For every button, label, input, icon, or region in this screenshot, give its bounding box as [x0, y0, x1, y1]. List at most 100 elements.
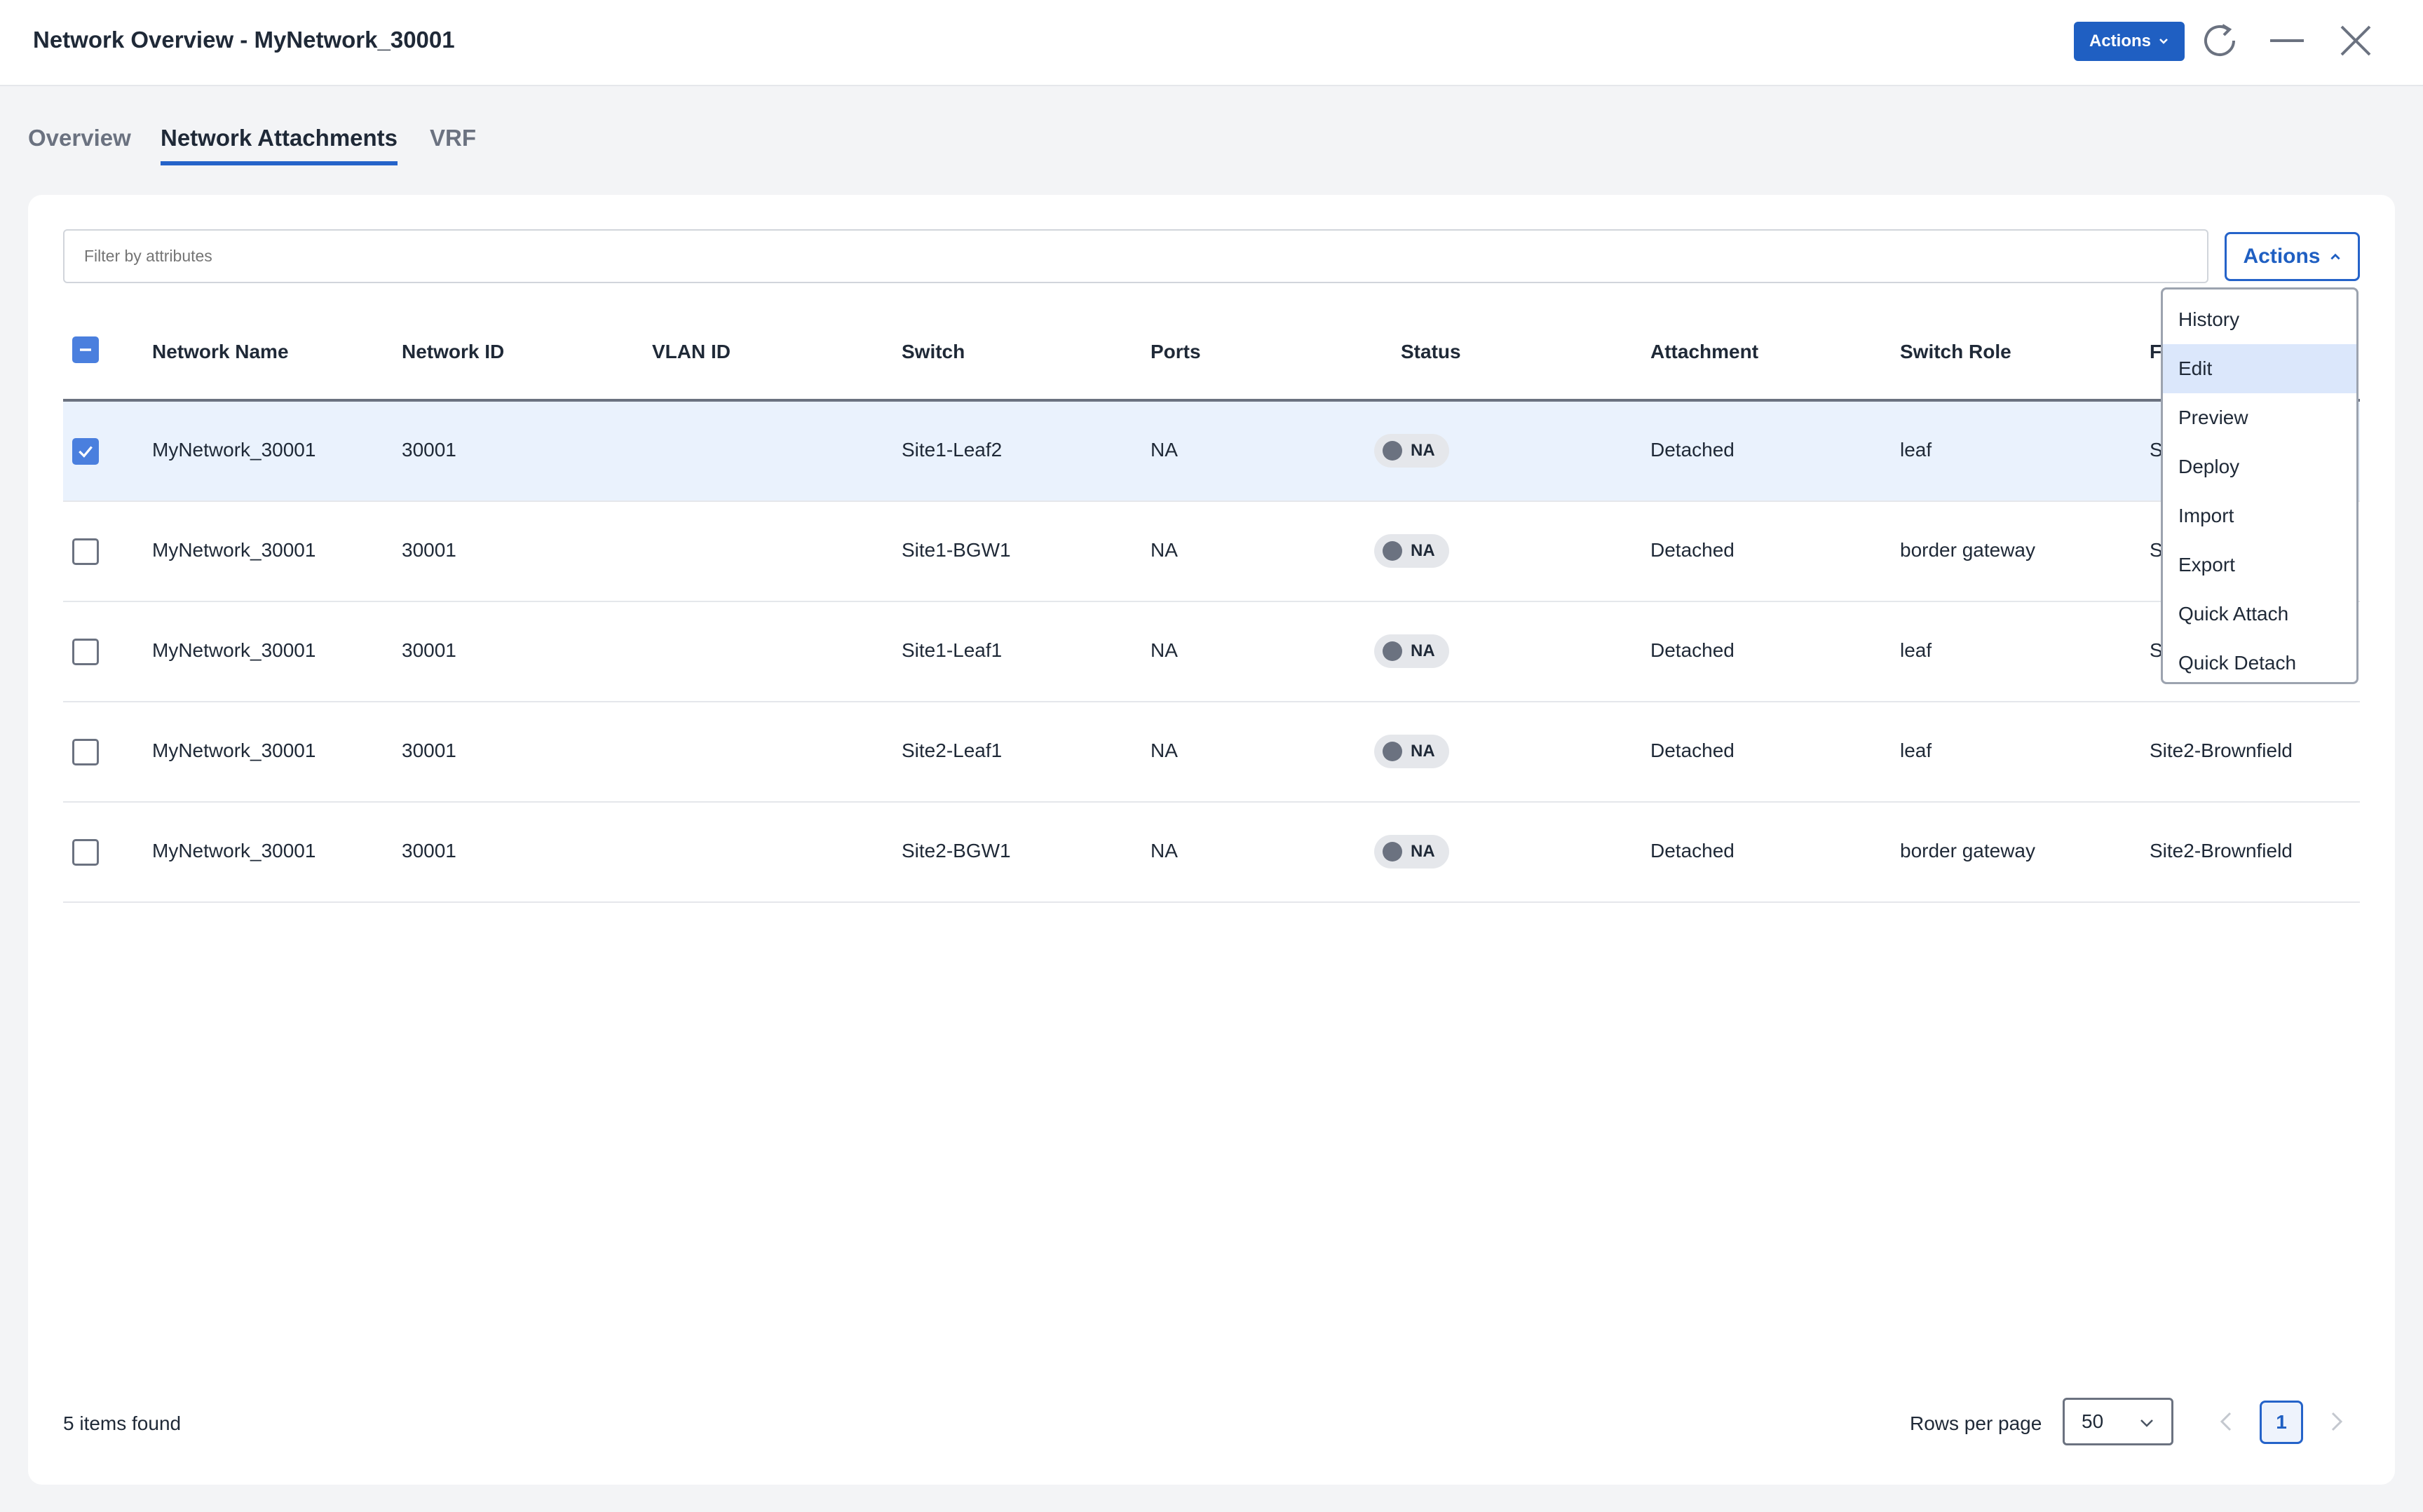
status-dot-icon — [1383, 641, 1402, 661]
status-dot-icon — [1383, 541, 1402, 561]
refresh-icon[interactable] — [2199, 20, 2241, 62]
row-checkbox[interactable] — [72, 839, 99, 866]
cell-switch: Site1-Leaf2 — [902, 439, 1003, 461]
table-row[interactable]: MyNetwork_30001 30001 Site1-Leaf2 NA Detache… — [63, 402, 2360, 502]
filter-input[interactable] — [63, 229, 2208, 283]
items-found-count: 5 items found — [63, 1412, 182, 1434]
status-badge: NA — [1374, 735, 1449, 768]
rows-per-page-label: Rows per page — [1910, 1412, 2042, 1434]
row-checkbox[interactable] — [72, 739, 99, 765]
cell-network-name: MyNetwork_30001 — [152, 639, 316, 661]
column-header-switch[interactable]: Switch — [902, 341, 965, 363]
table-header: Network Name Network ID VLAN ID Switch P… — [63, 300, 2360, 402]
menu-item-import[interactable]: Import — [2163, 491, 2356, 540]
column-header-switch-role[interactable]: Switch Role — [1900, 341, 2011, 363]
window-header: Network Overview - MyNetwork_30001 Actio… — [0, 0, 2423, 86]
minimize-icon[interactable] — [2266, 20, 2308, 62]
cell-attachment: Detached — [1650, 439, 1735, 461]
cell-attachment: Detached — [1650, 539, 1735, 561]
column-header-network-id[interactable]: Network ID — [402, 341, 504, 363]
column-header-vlan-id[interactable]: VLAN ID — [652, 341, 731, 363]
tab-network-attachments[interactable]: Network Attachments — [161, 125, 398, 165]
cell-ports: NA — [1151, 439, 1178, 461]
cell-ports: NA — [1151, 740, 1178, 761]
chevron-down-icon — [2140, 1419, 2153, 1427]
table-body: MyNetwork_30001 30001 Site1-Leaf2 NA Detache… — [63, 402, 2360, 903]
tab-overview[interactable]: Overview — [28, 125, 131, 161]
cell-network-id: 30001 — [402, 539, 456, 561]
status-text: NA — [1411, 641, 1435, 660]
table-actions-label: Actions — [2243, 245, 2321, 268]
table-row[interactable]: MyNetwork_30001 30001 Site2-BGW1 NA Detached… — [63, 803, 2360, 903]
actions-dropdown-menu: History Edit Preview Deploy Import Export Quic… — [2161, 287, 2358, 684]
cell-switch-role: leaf — [1900, 439, 1932, 461]
cell-network-id: 30001 — [402, 639, 456, 661]
checkmark-icon — [79, 446, 93, 458]
cell-ports: NA — [1151, 840, 1178, 861]
status-dot-icon — [1383, 441, 1402, 461]
cell-switch-role: leaf — [1900, 740, 1932, 761]
cell-switch: Site2-Leaf1 — [902, 740, 1003, 761]
cell-attachment: Detached — [1650, 639, 1735, 661]
header-actions-label: Actions — [2089, 32, 2151, 50]
menu-item-preview[interactable]: Preview — [2163, 393, 2356, 442]
menu-item-history[interactable]: History — [2163, 295, 2356, 344]
attachments-card: Actions Network Name Network ID VLAN ID … — [28, 195, 2395, 1485]
header-actions-button[interactable]: Actions — [2074, 22, 2185, 61]
cell-ports: NA — [1151, 539, 1178, 561]
menu-item-deploy[interactable]: Deploy — [2163, 442, 2356, 491]
column-header-ports[interactable]: Ports — [1151, 341, 1201, 363]
chevron-up-icon — [2330, 253, 2340, 260]
cell-network-name: MyNetwork_30001 — [152, 439, 316, 461]
row-checkbox[interactable] — [72, 538, 99, 565]
rows-per-page-select[interactable]: 50 — [2063, 1398, 2173, 1445]
status-text: NA — [1411, 842, 1435, 861]
table-actions-button[interactable]: Actions — [2225, 232, 2360, 281]
row-checkbox[interactable] — [72, 639, 99, 665]
rows-per-page-value: 50 — [2082, 1410, 2104, 1432]
next-page-icon[interactable] — [2319, 1405, 2353, 1438]
menu-item-quick-detach[interactable]: Quick Detach — [2163, 639, 2356, 688]
row-checkbox[interactable] — [72, 438, 99, 465]
cell-network-name: MyNetwork_30001 — [152, 740, 316, 761]
column-header-status[interactable]: Status — [1401, 341, 1461, 363]
cell-switch: Site1-BGW1 — [902, 539, 1011, 561]
menu-item-export[interactable]: Export — [2163, 540, 2356, 590]
table-row[interactable]: MyNetwork_30001 30001 Site1-BGW1 NA Detached… — [63, 502, 2360, 602]
cell-attachment: Detached — [1650, 740, 1735, 761]
cell-network-name: MyNetwork_30001 — [152, 539, 316, 561]
select-all-checkbox[interactable] — [72, 336, 99, 363]
cell-attachment: Detached — [1650, 840, 1735, 861]
menu-item-quick-attach[interactable]: Quick Attach — [2163, 590, 2356, 639]
close-icon[interactable] — [2335, 20, 2377, 62]
status-text: NA — [1411, 541, 1435, 560]
tab-bar: Overview Network Attachments VRF — [0, 86, 2423, 195]
cell-switch: Site1-Leaf1 — [902, 639, 1003, 661]
minus-icon — [80, 348, 91, 351]
status-dot-icon — [1383, 742, 1402, 761]
status-text: NA — [1411, 441, 1435, 460]
tab-vrf[interactable]: VRF — [430, 125, 476, 161]
cell-ports: NA — [1151, 639, 1178, 661]
cell-switch-role: border gateway — [1900, 539, 2036, 561]
status-text: NA — [1411, 742, 1435, 761]
column-header-attachment[interactable]: Attachment — [1650, 341, 1758, 363]
table-row[interactable]: MyNetwork_30001 30001 Site1-Leaf1 NA Detache… — [63, 602, 2360, 702]
status-badge: NA — [1374, 434, 1449, 468]
cell-fabric: Site2-Brownfield — [2150, 740, 2293, 761]
cell-network-id: 30001 — [402, 840, 456, 861]
status-badge: NA — [1374, 835, 1449, 869]
status-badge: NA — [1374, 534, 1449, 568]
table-row[interactable]: MyNetwork_30001 30001 Site2-Leaf1 NA Detache… — [63, 702, 2360, 803]
attachments-table: Network Name Network ID VLAN ID Switch P… — [63, 300, 2360, 903]
cell-network-id: 30001 — [402, 439, 456, 461]
previous-page-icon[interactable] — [2210, 1405, 2244, 1438]
column-header-network-name[interactable]: Network Name — [152, 341, 289, 363]
chevron-down-icon — [2159, 39, 2168, 44]
page-title: Network Overview - MyNetwork_30001 — [33, 27, 455, 53]
page-number-current[interactable]: 1 — [2260, 1401, 2303, 1444]
status-dot-icon — [1383, 842, 1402, 861]
cell-switch-role: border gateway — [1900, 840, 2036, 861]
cell-fabric: Site2-Brownfield — [2150, 840, 2293, 861]
menu-item-edit[interactable]: Edit — [2163, 344, 2356, 393]
